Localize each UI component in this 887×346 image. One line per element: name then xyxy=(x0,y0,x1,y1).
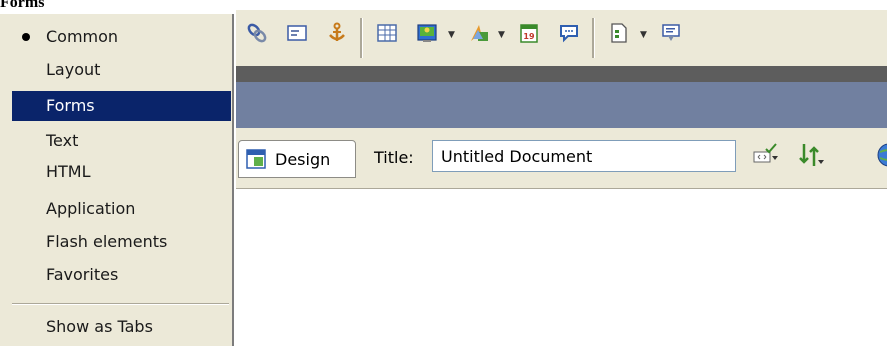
media-dropdown-arrow-icon[interactable]: ▼ xyxy=(498,30,508,40)
comment-icon[interactable] xyxy=(554,18,584,48)
image-dropdown-arrow-icon[interactable]: ▼ xyxy=(448,30,458,40)
insert-category-menu: Common Layout Forms Text HTML Applicatio… xyxy=(0,14,234,346)
menu-item-layout[interactable]: Layout xyxy=(12,55,231,85)
design-view-icon xyxy=(245,148,267,170)
design-view-button[interactable]: Design xyxy=(238,140,356,178)
title-label: Title: xyxy=(374,148,414,167)
insert-toolbar: ▼ ▼ 19 ▼ xyxy=(236,10,887,66)
menu-item-application[interactable]: Application xyxy=(12,194,231,224)
panel-divider xyxy=(236,66,887,82)
named-anchor-icon[interactable] xyxy=(322,18,352,48)
preview-in-browser-icon[interactable] xyxy=(876,142,887,168)
design-view-label: Design xyxy=(275,149,331,169)
templates-icon[interactable] xyxy=(604,18,634,48)
checked-bullet-icon xyxy=(22,33,30,41)
image-icon[interactable] xyxy=(412,18,442,48)
hyperlink-icon[interactable] xyxy=(242,18,272,48)
table-icon[interactable] xyxy=(372,18,402,48)
document-toolbar: Design Title: xyxy=(236,128,887,189)
document-title-input[interactable] xyxy=(432,140,736,172)
date-icon[interactable]: 19 xyxy=(514,18,544,48)
toolbar-separator xyxy=(592,18,595,58)
menu-separator xyxy=(12,303,229,305)
menu-item-forms[interactable]: Forms xyxy=(12,91,231,121)
menu-item-show-as-tabs[interactable]: Show as Tabs xyxy=(12,312,231,342)
document-workspace[interactable] xyxy=(236,189,887,346)
toolbar-separator xyxy=(360,18,363,58)
menu-item-common[interactable]: Common xyxy=(12,22,231,52)
menu-item-text[interactable]: Text xyxy=(12,126,231,156)
svg-text:19: 19 xyxy=(523,32,535,41)
menu-item-favorites[interactable]: Favorites xyxy=(12,260,231,290)
media-icon[interactable] xyxy=(464,18,494,48)
templates-dropdown-arrow-icon[interactable]: ▼ xyxy=(640,30,650,40)
tag-chooser-icon[interactable] xyxy=(656,18,686,48)
validate-markup-icon[interactable] xyxy=(752,140,782,170)
insert-bar-category-label: Forms xyxy=(0,0,45,11)
email-link-icon[interactable] xyxy=(282,18,312,48)
document-tab-bar xyxy=(236,82,887,128)
file-management-icon[interactable] xyxy=(796,140,826,170)
menu-item-html[interactable]: HTML xyxy=(12,157,231,187)
menu-item-flash-elements[interactable]: Flash elements xyxy=(12,227,231,257)
